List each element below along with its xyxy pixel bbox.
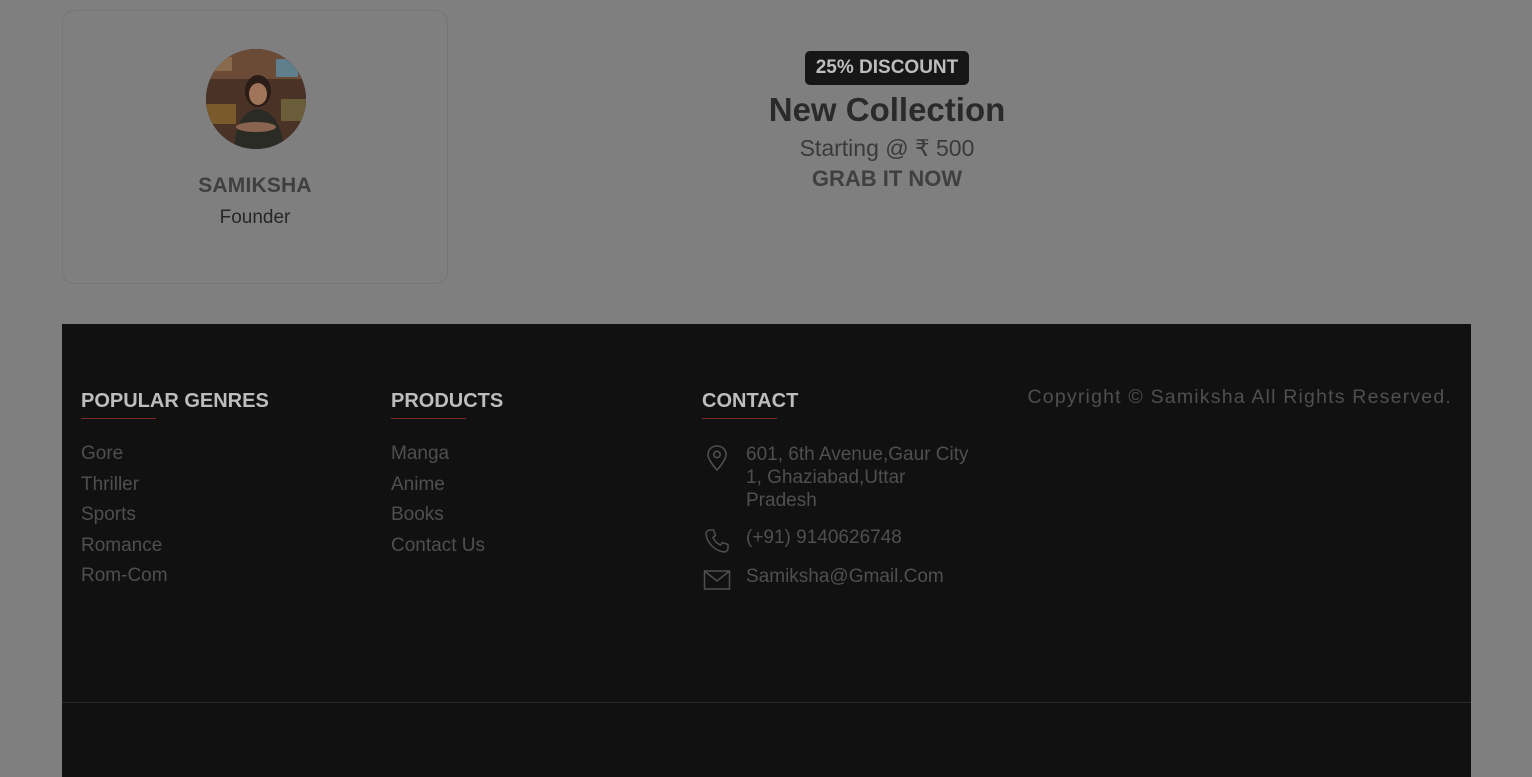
contact-phone[interactable]: (+91) 9140626748 [702, 526, 972, 553]
contact-email[interactable]: Samiksha@Gmail.Com [702, 565, 972, 590]
contact-address: 601, 6th Avenue,Gaur City 1, Ghaziabad,U… [702, 443, 972, 512]
footer: POPULAR GENRES Gore Thriller Sports Roma… [62, 324, 1471, 777]
footer-genres-column: POPULAR GENRES Gore Thriller Sports Roma… [81, 389, 269, 596]
genres-list: Gore Thriller Sports Romance Rom-Com [81, 443, 269, 587]
envelope-icon [702, 565, 732, 595]
heading-underline [81, 418, 156, 419]
genre-link-rom-com[interactable]: Rom-Com [81, 565, 269, 587]
contact-heading: CONTACT [702, 390, 799, 412]
page: SAMIKSHA Founder 25% DISCOUNT New Collec… [0, 0, 1532, 777]
genre-link-sports[interactable]: Sports [81, 504, 269, 526]
genre-link-romance[interactable]: Romance [81, 535, 269, 557]
footer-contact-column: CONTACT 601, 6th Avenue,Gaur City 1, Gha… [702, 389, 972, 590]
promo-banner: 25% DISCOUNT New Collection Starting @ ₹… [686, 51, 1088, 193]
contact-email-text: Samiksha@Gmail.Com [746, 566, 944, 587]
phone-icon [702, 526, 732, 556]
product-link-contact-us[interactable]: Contact Us [391, 535, 503, 557]
genre-link-thriller[interactable]: Thriller [81, 474, 269, 496]
avatar [206, 49, 306, 149]
genres-heading: POPULAR GENRES [81, 390, 269, 412]
genre-link-gore[interactable]: Gore [81, 443, 269, 465]
promo-title: New Collection [768, 91, 1006, 128]
promo-price: Starting @ ₹ 500 [799, 135, 975, 161]
products-list: Manga Anime Books Contact Us [391, 443, 503, 557]
heading-underline [391, 418, 466, 419]
contact-address-text: 601, 6th Avenue,Gaur City 1, Ghaziabad,U… [746, 444, 969, 511]
location-pin-icon [702, 443, 732, 473]
product-link-manga[interactable]: Manga [391, 443, 503, 465]
footer-products-column: PRODUCTS Manga Anime Books Contact Us [391, 389, 503, 565]
founder-role: Founder [219, 207, 291, 228]
products-heading: PRODUCTS [391, 390, 504, 412]
grab-it-now-link[interactable]: GRAB IT NOW [686, 165, 1088, 193]
discount-badge: 25% DISCOUNT [804, 51, 970, 85]
contact-phone-text: (+91) 9140626748 [746, 527, 902, 548]
product-link-books[interactable]: Books [391, 504, 503, 526]
footer-divider [62, 702, 1471, 703]
founder-name: SAMIKSHA [198, 174, 312, 197]
product-link-anime[interactable]: Anime [391, 474, 503, 496]
footer-copyright-column: Copyright © Samiksha All Rights Reserved… [1012, 385, 1452, 409]
founder-card: SAMIKSHA Founder [62, 10, 448, 284]
copyright-text: Copyright © Samiksha All Rights Reserved… [1027, 386, 1452, 408]
heading-underline [702, 418, 777, 419]
